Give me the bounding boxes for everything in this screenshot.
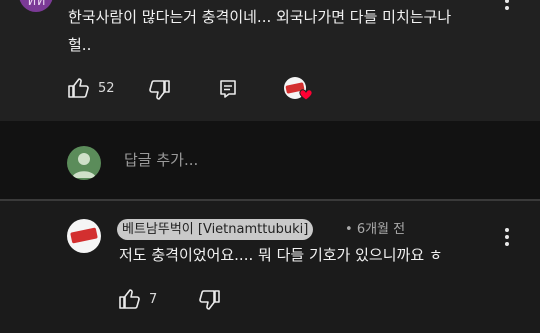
comment-text-line1: 한국사람이 많다는거 충격이네... 외국나가면 다들 미치는구나: [68, 8, 452, 26]
thumbs-down-icon: [199, 290, 220, 310]
top-comment: ทท 한국사람이 많다는거 충격이네... 외국나가면 다들 미치는구나 헐..…: [0, 0, 540, 120]
user-silhouette-icon: [72, 153, 96, 178]
commenter-avatar[interactable]: ทท: [19, 0, 53, 12]
reply-comment: 베트남뚜벅이 [Vietnamttubuki] • 6개월 전 저도 충격이었어…: [0, 201, 540, 333]
creator-heart[interactable]: [284, 77, 314, 103]
reply-dislike-button[interactable]: [198, 290, 220, 310]
like-count: 52: [98, 80, 115, 96]
meta-separator: •: [345, 222, 353, 237]
thumbs-down-icon: [149, 80, 170, 100]
user-avatar: [67, 146, 101, 180]
reply-author-avatar[interactable]: [67, 219, 101, 253]
reply-text: 저도 충격이었어요.... 뭐 다들 기호가 있으니까요 ㅎ: [119, 246, 443, 264]
reply-button[interactable]: [219, 79, 237, 99]
thumbs-up-icon: [68, 78, 89, 98]
thumbs-up-icon: [119, 289, 140, 309]
reply-kebab-menu-icon[interactable]: [505, 228, 509, 246]
reply-like-count: 7: [149, 291, 158, 307]
creator-heart-icon: [299, 89, 313, 101]
channel-badge: [70, 227, 98, 244]
comment-text-line2: 헐..: [68, 36, 92, 54]
reply-meta: • 6개월 전: [345, 219, 405, 240]
reply-comment-icon: [220, 80, 236, 98]
add-reply-input[interactable]: 답글 추가...: [124, 149, 198, 170]
like-button[interactable]: 52: [68, 78, 115, 98]
reply-author-name[interactable]: 베트남뚜벅이 [Vietnamttubuki]: [117, 219, 314, 240]
dislike-button[interactable]: [148, 80, 170, 100]
reply-timestamp: 6개월 전: [356, 222, 406, 237]
reply-like-button[interactable]: 7: [119, 289, 157, 309]
kebab-menu-icon[interactable]: [505, 0, 509, 10]
add-reply-bar: 답글 추가...: [0, 121, 540, 199]
